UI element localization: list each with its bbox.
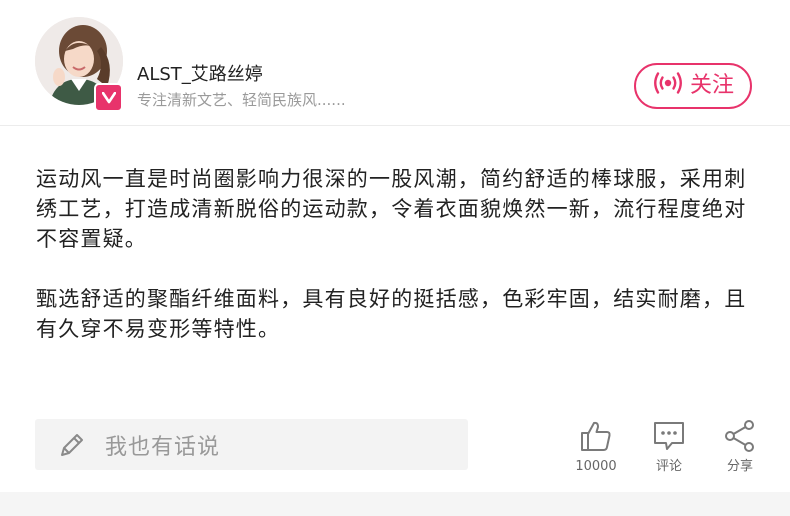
like-button[interactable]: 10000 [566, 418, 626, 475]
thumbs-up-icon [566, 418, 626, 454]
follow-button[interactable]: 关注 [634, 63, 752, 109]
article-paragraph: 运动风一直是时尚圈影响力很深的一股风潮，简约舒适的棒球服，采用刺绣工艺，打造成清… [36, 167, 747, 251]
author-header: ALST_艾路丝婷 专注清新文艺、轻简民族风...... 关注 [0, 0, 790, 126]
like-count: 10000 [575, 459, 617, 474]
share-label: 分享 [726, 459, 753, 474]
article-paragraph: 甄选舒适的聚酯纤维面料，具有良好的挺括感，色彩牢固，结实耐磨，且有久穿不易变形等… [36, 287, 747, 341]
broadcast-icon [652, 70, 684, 102]
comment-label: 评论 [655, 459, 682, 474]
article-body: 运动风一直是时尚圈影响力很深的一股风潮，简约舒适的棒球服，采用刺绣工艺，打造成清… [36, 164, 758, 374]
comment-button[interactable]: 评论 [639, 418, 699, 475]
share-button[interactable]: 分享 [710, 418, 770, 475]
author-name[interactable]: ALST_艾路丝婷 [137, 63, 263, 87]
pencil-icon [57, 430, 87, 460]
author-signature: 专注清新文艺、轻简民族风...... [137, 91, 346, 109]
bottom-divider [0, 492, 790, 516]
comment-input[interactable]: 我也有话说 [35, 419, 468, 470]
follow-button-label: 关注 [689, 73, 734, 98]
comment-placeholder: 我也有话说 [105, 434, 221, 460]
share-icon [710, 418, 770, 454]
action-bar: 我也有话说 10000 评论 分享 [0, 410, 790, 492]
verified-v-badge-icon [94, 83, 123, 112]
comment-bubble-icon [639, 418, 699, 454]
